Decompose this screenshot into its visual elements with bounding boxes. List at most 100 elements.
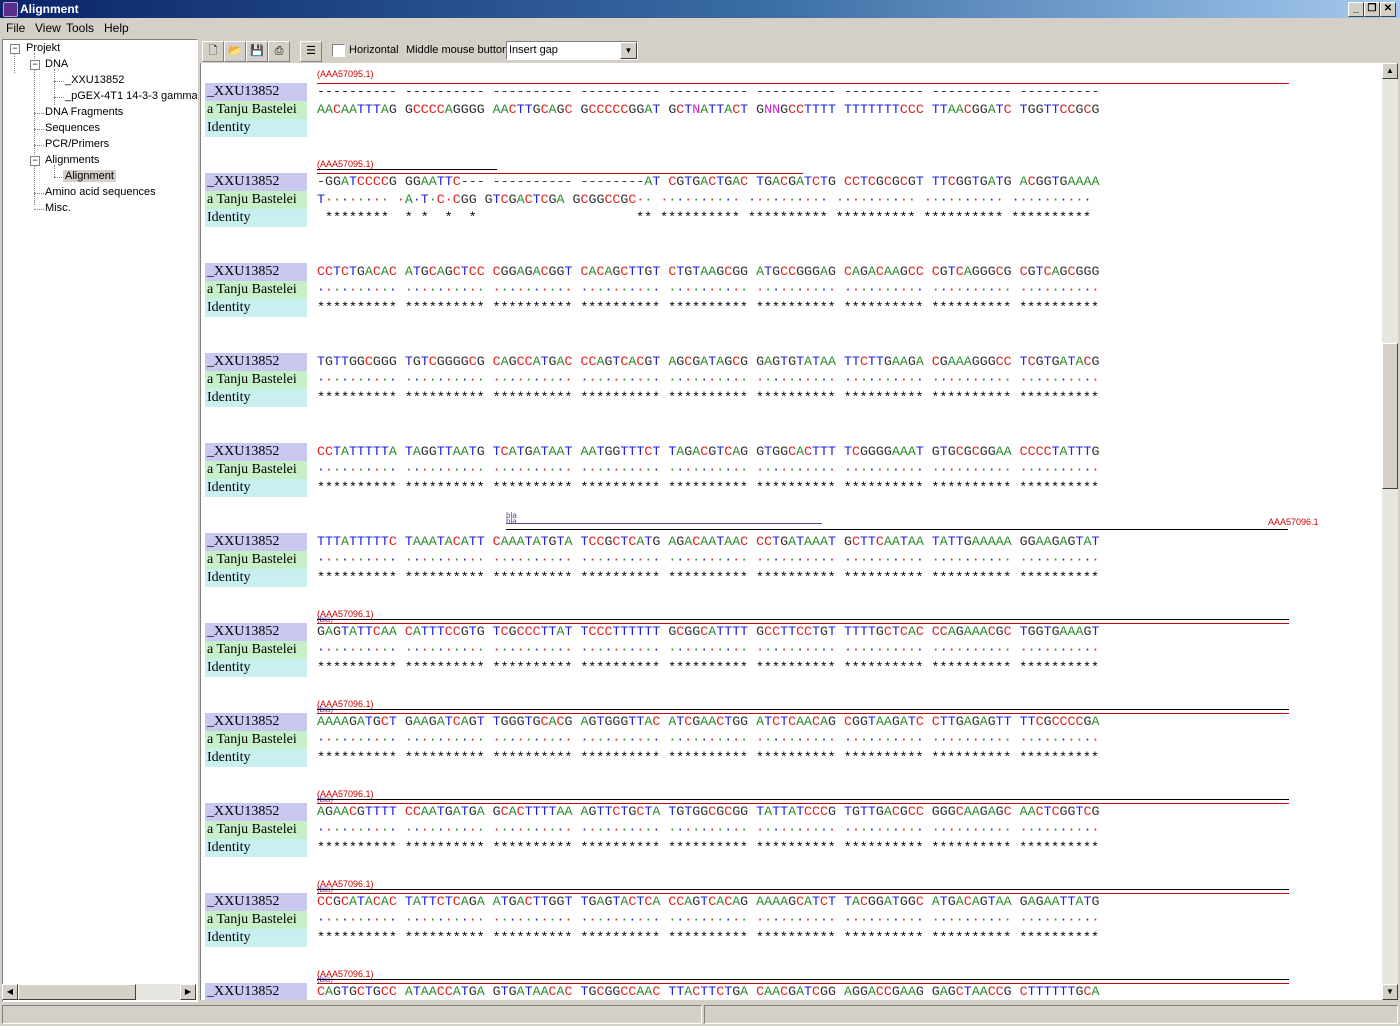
tree-collapse-dna[interactable]: − [30, 60, 40, 70]
base: T [372, 804, 381, 819]
print-icon[interactable]: ⎙ [268, 41, 290, 62]
menu-view[interactable]: View [35, 21, 61, 35]
identity-row: ********** ********** ********** *******… [317, 480, 1099, 495]
base: A [380, 894, 389, 909]
base: · [516, 462, 525, 477]
base: · [939, 732, 948, 747]
base: A [412, 714, 421, 729]
base: · [1019, 732, 1028, 747]
base: · [828, 642, 836, 657]
base [924, 462, 932, 477]
tree-item-pcr-primers[interactable]: PCR/Primers [45, 138, 109, 150]
minimize-button[interactable]: _ [1348, 2, 1364, 17]
tree-item-alignment[interactable]: Alignment [63, 170, 116, 182]
tree-item-xxu13852[interactable]: _XXU13852 [65, 74, 124, 86]
tree-item-projekt[interactable]: Projekt [26, 42, 60, 54]
scroll-down-arrow-icon[interactable]: ▼ [1382, 984, 1398, 1000]
base: A [452, 444, 461, 459]
base: · [492, 642, 501, 657]
scroll-thumb[interactable] [1382, 343, 1398, 489]
tree-item-dna[interactable]: DNA [45, 58, 68, 70]
base: · [772, 912, 781, 927]
base: · [907, 462, 916, 477]
base: A [556, 354, 565, 369]
base: · [428, 462, 437, 477]
base: · [508, 642, 517, 657]
base: · [796, 642, 805, 657]
menu-help[interactable]: Help [104, 21, 129, 35]
alignment-view[interactable]: (AAA57095.1) _XXU13852 a Tanju Bastelei Ide… [200, 63, 1382, 1000]
base: - [780, 84, 789, 99]
tree-connector [14, 53, 15, 73]
base: · [1059, 192, 1068, 207]
base: G [979, 804, 988, 819]
horizontal-checkbox[interactable] [332, 44, 345, 57]
tree-item-alignments[interactable]: Alignments [45, 154, 99, 166]
tree-item-dna-fragments[interactable]: DNA Fragments [45, 106, 123, 118]
base [748, 354, 756, 369]
base: · [420, 552, 429, 567]
base: · [788, 732, 797, 747]
base: · [1075, 552, 1084, 567]
base [836, 174, 844, 189]
base: · [1019, 372, 1028, 387]
tree-collapse-alignments[interactable]: − [30, 156, 40, 166]
base: T [843, 354, 852, 369]
tree-item-sequences[interactable]: Sequences [45, 122, 100, 134]
base: · [796, 822, 805, 837]
base: · [556, 282, 565, 297]
tree-collapse-projekt[interactable]: − [10, 44, 20, 54]
tree-item-pgex[interactable]: _pGEX-4T1 14-3-3 gamma [65, 90, 197, 102]
base: · [756, 372, 765, 387]
base: G [476, 102, 485, 117]
base: C [899, 174, 908, 189]
seq-label: _XXU13852 [205, 713, 307, 731]
base [924, 84, 932, 99]
sequence-row: GAGTATTCAA CATTTCCGTG TCGCCCTTAT TCCCTTT… [317, 623, 1099, 641]
base: - [843, 84, 852, 99]
restore-button[interactable]: ❐ [1364, 2, 1380, 17]
scroll-thumb[interactable] [18, 984, 136, 1000]
tree-item-misc[interactable]: Misc. [45, 202, 71, 214]
save-icon[interactable]: 💾 [246, 41, 268, 62]
chevron-down-icon[interactable]: ▼ [620, 42, 637, 59]
base: · [812, 912, 821, 927]
base: C [540, 192, 549, 207]
middle-mouse-select[interactable]: Insert gap ▼ [506, 41, 638, 60]
base: T [1043, 984, 1052, 999]
scroll-left-arrow-icon[interactable]: ◀ [2, 984, 18, 1000]
tree-horizontal-scrollbar[interactable]: ◀ ▶ [2, 984, 196, 1000]
tree-item-amino-acid[interactable]: Amino acid sequences [45, 186, 156, 198]
list-icon[interactable]: ☰ [300, 41, 322, 62]
sequence-row: AGAACGTTTT CCAATGATGA GCACTTTTAA AGTTCTG… [317, 803, 1099, 821]
new-icon[interactable]: 🗋 [202, 41, 224, 62]
alignment-vertical-scrollbar[interactable]: ▲ ▼ [1382, 63, 1398, 1000]
menu-tools[interactable]: Tools [66, 21, 94, 35]
open-icon[interactable]: 📂 [224, 41, 246, 62]
base: · [508, 282, 517, 297]
base: · [955, 822, 964, 837]
base: C [404, 804, 413, 819]
base: G [1043, 174, 1052, 189]
base: · [724, 912, 733, 927]
base: · [875, 372, 884, 387]
base: · [1019, 912, 1028, 927]
base: · [1035, 642, 1044, 657]
base: · [452, 462, 461, 477]
base: T [524, 984, 533, 999]
base [1012, 354, 1020, 369]
scroll-right-arrow-icon[interactable]: ▶ [180, 984, 196, 1000]
base: C [524, 624, 533, 639]
base: C [404, 624, 413, 639]
base: · [1027, 912, 1036, 927]
menu-file[interactable]: File [6, 21, 25, 35]
base: · [740, 282, 749, 297]
base: - [317, 174, 325, 189]
base: · [812, 192, 821, 207]
base: C [716, 714, 725, 729]
base: · [356, 462, 365, 477]
base: T [804, 174, 813, 189]
scroll-up-arrow-icon[interactable]: ▲ [1382, 63, 1398, 79]
base: G [756, 444, 765, 459]
close-button[interactable]: ✕ [1380, 2, 1396, 17]
